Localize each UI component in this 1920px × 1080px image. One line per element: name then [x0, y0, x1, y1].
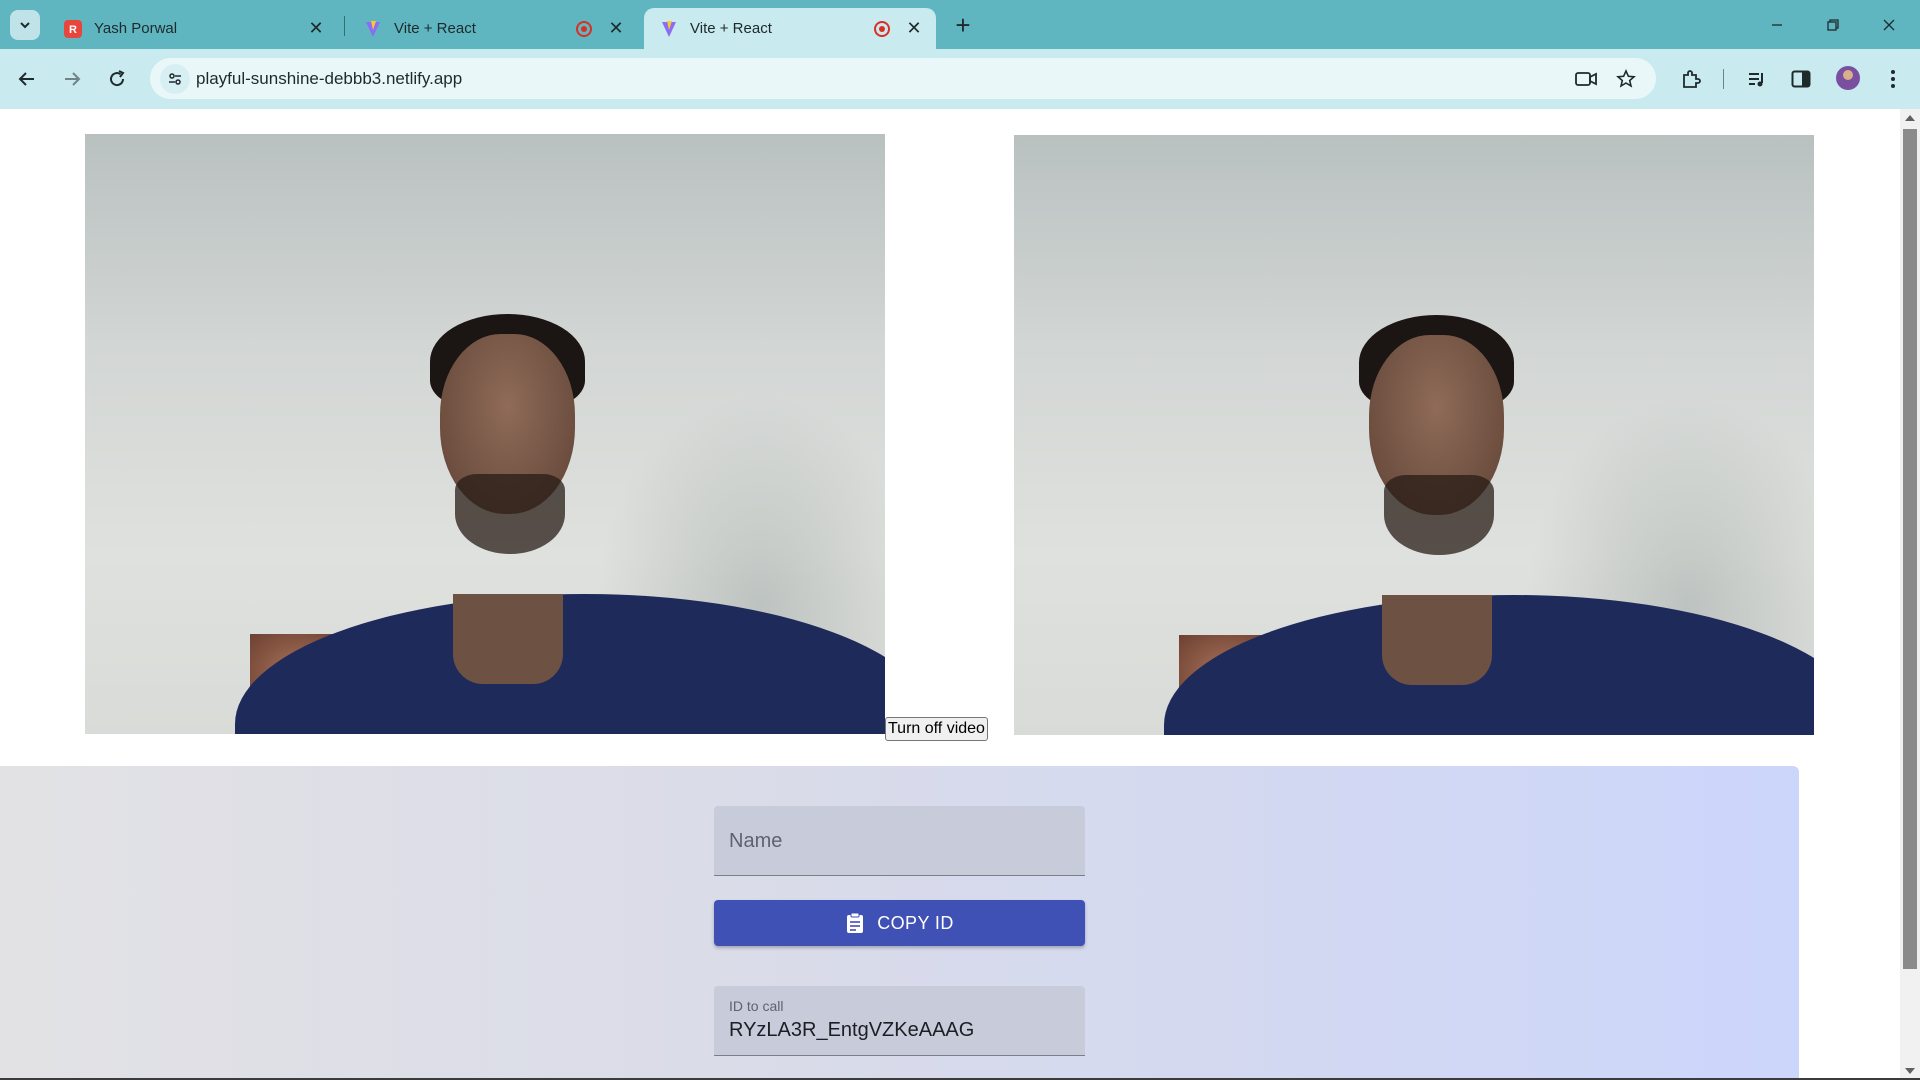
copy-id-label: COPY ID [877, 912, 954, 933]
red-r-icon: R [64, 19, 82, 38]
close-tab-icon[interactable]: ✕ [904, 18, 924, 39]
close-tab-icon[interactable]: ✕ [306, 18, 326, 39]
tab-search-button[interactable] [10, 10, 40, 40]
reload-button[interactable] [100, 62, 134, 96]
vite-icon [660, 20, 678, 38]
profile-avatar[interactable] [1836, 66, 1860, 90]
id-to-call-label: ID to call [729, 998, 784, 1014]
name-field[interactable]: Name [714, 806, 1085, 876]
back-button[interactable] [10, 62, 44, 96]
address-bar[interactable]: playful-sunshine-debbb3.netlify.app [150, 58, 1656, 99]
restore-button[interactable] [1810, 0, 1856, 49]
tab-vite-react-1[interactable]: Vite + React ✕ [348, 8, 638, 49]
bookmark-star-icon[interactable] [1614, 67, 1638, 91]
arrow-right-icon [65, 72, 81, 86]
scrollbar-thumb[interactable] [1903, 129, 1917, 969]
minimize-button[interactable] [1754, 0, 1800, 49]
my-video [85, 134, 885, 734]
scroll-up-arrow-icon[interactable] [1905, 115, 1915, 121]
restore-icon [1827, 18, 1839, 31]
side-panel-icon[interactable] [1786, 64, 1816, 94]
extensions-icon[interactable] [1676, 64, 1706, 94]
remote-video [1014, 135, 1814, 735]
toolbar-divider [1723, 69, 1724, 89]
page-viewport: Turn off video Name COPY ID ID to call R… [0, 109, 1900, 1080]
kebab-menu-icon[interactable] [1878, 64, 1908, 94]
tab-yash-porwal[interactable]: R Yash Porwal ✕ [48, 8, 338, 49]
copy-id-button[interactable]: COPY ID [714, 900, 1085, 946]
camera-in-use-icon[interactable] [1574, 67, 1598, 91]
tab-title: Vite + React [690, 20, 772, 37]
vite-icon [364, 20, 382, 38]
name-placeholder: Name [729, 830, 783, 852]
recording-icon [874, 20, 890, 37]
recording-icon [576, 20, 592, 37]
svg-text:R: R [69, 24, 77, 35]
tab-divider [344, 16, 345, 36]
tab-title: Yash Porwal [94, 20, 178, 37]
tab-vite-react-2[interactable]: Vite + React ✕ [644, 8, 936, 49]
tab-strip: R Yash Porwal ✕ Vite + React ✕ Vite + Re… [0, 0, 1920, 49]
id-to-call-value[interactable]: RYzLA3R_EntgVZKeAAAG [729, 1019, 974, 1042]
turn-off-video-button[interactable]: Turn off video [885, 717, 988, 741]
scroll-down-arrow-icon[interactable] [1905, 1068, 1915, 1074]
arrow-left-icon [18, 72, 34, 86]
id-to-call-field[interactable]: ID to call RYzLA3R_EntgVZKeAAAG [714, 986, 1085, 1056]
close-icon [1883, 19, 1895, 30]
close-window-button[interactable] [1866, 0, 1912, 49]
forward-button[interactable] [55, 62, 89, 96]
new-tab-button[interactable]: + [948, 10, 978, 40]
url-text[interactable]: playful-sunshine-debbb3.netlify.app [196, 69, 462, 89]
page-scrollbar[interactable] [1900, 109, 1920, 1080]
reload-icon [110, 70, 125, 87]
clipboard-icon [845, 912, 865, 934]
media-control-icon[interactable] [1742, 64, 1772, 94]
tab-title: Vite + React [394, 20, 476, 37]
chevron-down-icon [20, 22, 30, 29]
close-tab-icon[interactable]: ✕ [606, 18, 626, 39]
browser-toolbar: playful-sunshine-debbb3.netlify.app [0, 49, 1920, 109]
site-info-icon[interactable] [160, 64, 190, 94]
minimize-icon [1772, 23, 1782, 26]
call-controls-panel: Name COPY ID ID to call RYzLA3R_EntgVZKe… [0, 766, 1799, 1080]
